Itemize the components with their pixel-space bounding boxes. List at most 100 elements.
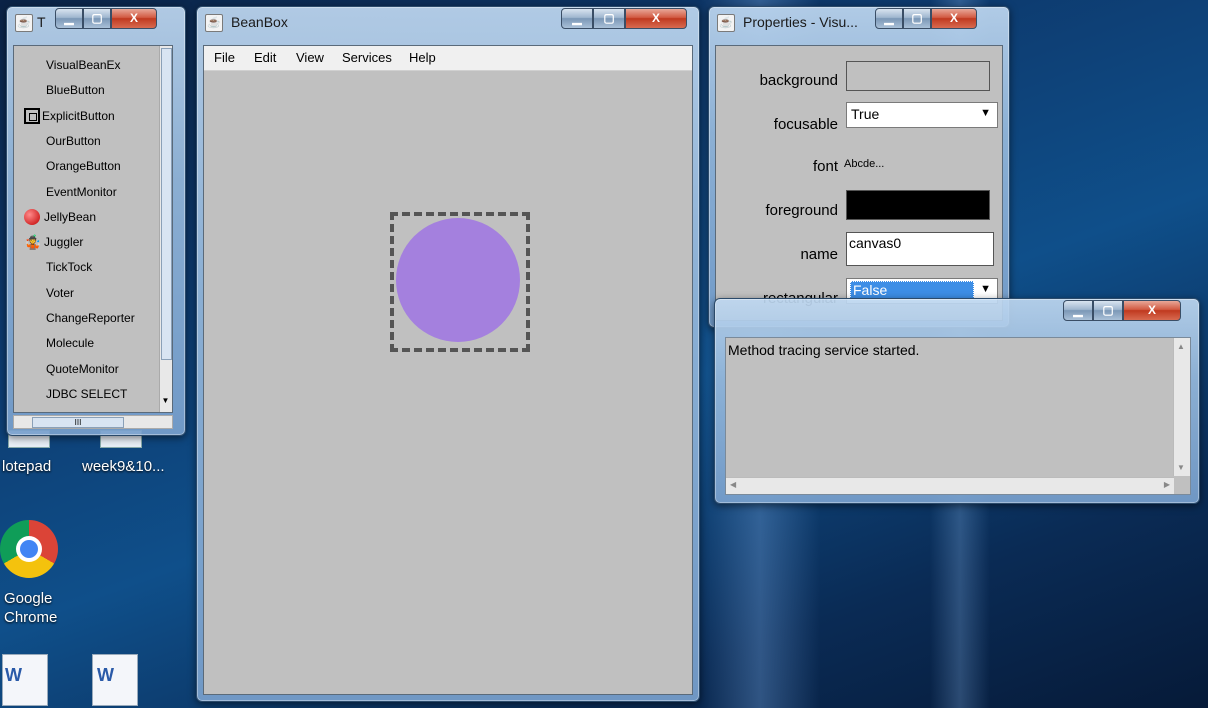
chevron-down-icon: ▼ — [980, 107, 991, 119]
horizontal-scrollbar[interactable]: ◀ ▶ — [726, 477, 1174, 494]
beanbox-window[interactable]: ☕ BeanBox ▁ ▢ X File Edit View Services … — [196, 6, 700, 702]
toolbox-item-label: TickTock — [46, 260, 93, 275]
toolbox-item[interactable]: QuoteMonitor — [14, 358, 160, 380]
minimize-button[interactable]: ▁ — [561, 8, 593, 29]
toolbox-item[interactable]: 🤹 Juggler — [14, 231, 160, 253]
toolbox-item-label: Molecule — [46, 336, 95, 351]
close-button[interactable]: X — [111, 8, 157, 29]
maximize-button[interactable]: ▢ — [83, 8, 111, 29]
name-field[interactable]: canvas0 — [846, 232, 994, 266]
java-icon: ☕ — [15, 14, 33, 32]
caption-buttons: ▁ ▢ X — [55, 8, 157, 29]
toolbox-item-label: OrangeButton — [46, 159, 121, 174]
toolbox-item[interactable]: JellyBean — [14, 206, 160, 228]
caption-buttons: ▁ ▢ X — [561, 8, 687, 29]
toolbox-item-label: Voter — [46, 285, 75, 300]
minimize-button[interactable]: ▁ — [875, 8, 903, 29]
toolbox-item-label: Juggler — [44, 235, 84, 250]
menu-help[interactable]: Help — [409, 50, 436, 65]
window-title: Properties - Visu... — [743, 14, 858, 30]
tracer-text-area[interactable]: Method tracing service started. ▲ ▼ ◀ ▶ — [725, 337, 1191, 495]
button-icon — [24, 107, 40, 124]
java-icon: ☕ — [717, 14, 735, 32]
method-tracer-window[interactable]: ▁ ▢ X Method tracing service started. ▲ … — [714, 298, 1200, 504]
desktop-icon-label: week9&10... — [82, 458, 165, 475]
desktop-icon-notepad[interactable]: lotepad — [0, 430, 70, 480]
toolbox-item[interactable]: OrangeButton — [14, 155, 160, 177]
property-label: background — [759, 72, 838, 89]
menu-file[interactable]: File — [214, 50, 235, 65]
caption-buttons: ▁ ▢ X — [875, 8, 977, 29]
scroll-thumb[interactable] — [161, 48, 172, 360]
close-button[interactable]: X — [625, 8, 687, 29]
maximize-button[interactable]: ▢ — [1093, 300, 1123, 321]
bean-selection[interactable] — [390, 212, 530, 352]
horizontal-scrollbar[interactable]: III — [13, 415, 173, 429]
desktop-icon-week[interactable]: week9&10... — [80, 430, 180, 480]
chevron-down-icon: ▼ — [980, 283, 991, 295]
property-label: name — [800, 246, 838, 263]
minimize-button[interactable]: ▁ — [55, 8, 83, 29]
word-document-icon: W — [92, 654, 138, 706]
scroll-down-icon[interactable]: ▼ — [161, 396, 170, 410]
toolbox-item[interactable]: BlueButton — [14, 79, 160, 101]
toolbox-item[interactable]: Molecule — [14, 332, 160, 354]
desktop-icon-chrome[interactable]: Google Chrome — [0, 520, 70, 630]
desktop-icon-label: Chrome — [4, 609, 58, 626]
toolbox-item[interactable]: JDBC SELECT — [14, 383, 160, 405]
scroll-left-icon[interactable]: ◀ — [730, 480, 736, 489]
focusable-select[interactable]: True ▼ — [846, 102, 998, 128]
java-icon: ☕ — [205, 14, 223, 32]
desktop-icon-label: Google — [4, 590, 53, 607]
beanbox-canvas[interactable]: File Edit View Services Help — [203, 45, 693, 695]
toolbox-item[interactable]: VisualBeanEx — [14, 54, 160, 76]
minimize-button[interactable]: ▁ — [1063, 300, 1093, 321]
toolbox-window[interactable]: ☕ T ▁ ▢ X VisualBeanEx BlueButton Explicit… — [6, 6, 186, 436]
scroll-down-icon[interactable]: ▼ — [1177, 463, 1185, 472]
scroll-up-icon[interactable]: ▲ — [1177, 342, 1185, 351]
vertical-scrollbar[interactable]: ▼ — [159, 46, 172, 412]
properties-window[interactable]: ☕ Properties - Visu... ▁ ▢ X background … — [708, 6, 1010, 328]
toolbox-item[interactable]: Voter — [14, 282, 160, 304]
word-document-icon: W — [2, 654, 48, 706]
font-value[interactable]: Abcde... — [844, 158, 884, 170]
menu-view[interactable]: View — [296, 50, 324, 65]
desktop-icon-word-2[interactable]: W — [90, 654, 142, 706]
close-button[interactable]: X — [931, 8, 977, 29]
desktop-icon-word-1[interactable]: W — [0, 654, 52, 706]
property-label: font — [812, 158, 838, 175]
jellybean-icon — [24, 208, 40, 225]
toolbox-item[interactable]: ExplicitButton — [14, 105, 160, 127]
property-label: foreground — [765, 202, 838, 219]
background-color-swatch[interactable] — [846, 61, 990, 91]
close-button[interactable]: X — [1123, 300, 1181, 321]
toolbox-titlebar[interactable]: ☕ T ▁ ▢ X — [7, 7, 185, 35]
toolbox-item[interactable]: TickTock — [14, 256, 160, 278]
toolbox-item[interactable]: OurButton — [14, 130, 160, 152]
toolbox-item-label: JDBC SELECT — [46, 386, 128, 401]
toolbox-list: VisualBeanEx BlueButton ExplicitButton OurB… — [13, 45, 173, 413]
foreground-color-swatch[interactable] — [846, 190, 990, 220]
vertical-scrollbar[interactable]: ▲ ▼ — [1173, 338, 1190, 476]
properties-titlebar[interactable]: ☕ Properties - Visu... ▁ ▢ X — [709, 7, 1009, 35]
menu-bar: File Edit View Services Help — [204, 46, 692, 71]
name-field-value: canvas0 — [849, 235, 902, 251]
toolbox-item[interactable]: EventMonitor — [14, 181, 160, 203]
beanbox-titlebar[interactable]: ☕ BeanBox ▁ ▢ X — [197, 7, 699, 35]
desktop-icon-label: lotepad — [2, 458, 52, 475]
select-value: False — [850, 281, 974, 299]
toolbox-item-label: VisualBeanEx — [46, 58, 121, 72]
toolbox-item-label: OurButton — [46, 133, 101, 148]
maximize-button[interactable]: ▢ — [903, 8, 931, 29]
toolbox-item-label: EventMonitor — [46, 184, 117, 199]
chrome-icon — [0, 520, 58, 578]
menu-edit[interactable]: Edit — [254, 50, 276, 65]
scroll-right-icon[interactable]: ▶ — [1164, 480, 1170, 489]
hscroll-thumb[interactable]: III — [32, 417, 124, 428]
maximize-button[interactable]: ▢ — [593, 8, 625, 29]
toolbox-item-label: ExplicitButton — [42, 108, 115, 123]
juggler-bean-circle[interactable] — [396, 218, 520, 342]
toolbox-item[interactable]: ChangeReporter — [14, 307, 160, 329]
method-tracer-titlebar[interactable]: ▁ ▢ X — [715, 299, 1199, 327]
menu-services[interactable]: Services — [342, 50, 392, 65]
